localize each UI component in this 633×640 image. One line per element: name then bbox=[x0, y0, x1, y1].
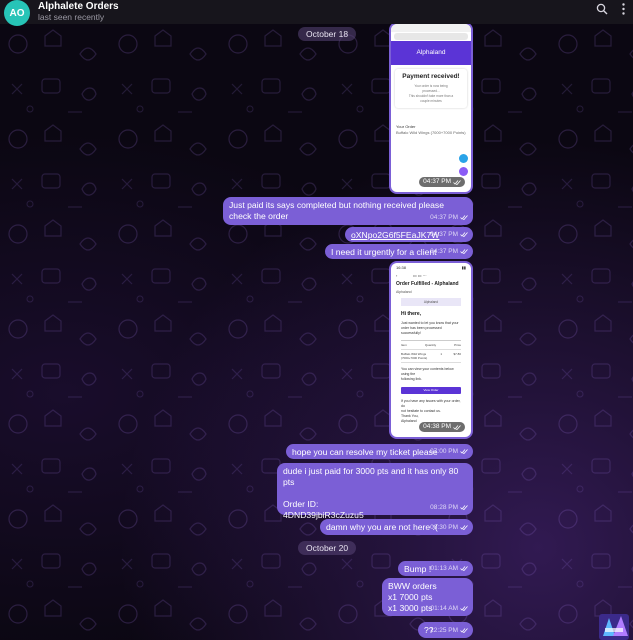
payment-screenshot[interactable]: Alphaland Payment received! Your order i… bbox=[391, 24, 471, 192]
date-separator: October 20 bbox=[298, 541, 357, 555]
read-check-icon bbox=[453, 424, 461, 430]
image-message[interactable]: Alphaland Payment received! Your order i… bbox=[389, 22, 473, 194]
read-check-icon bbox=[460, 215, 468, 220]
read-check-icon bbox=[460, 566, 468, 571]
message-bubble[interactable]: Just paid its says completed but nothing… bbox=[223, 197, 473, 225]
message-bubble[interactable]: dude i just paid for 3000 pts and it has… bbox=[277, 463, 473, 520]
avatar[interactable]: AO bbox=[4, 0, 30, 26]
message-bubble[interactable]: ?? 12:25 PM bbox=[418, 622, 473, 638]
chat-header: AO Alphalete Orders last seen recently bbox=[0, 0, 633, 26]
email-screenshot[interactable]: 16:38 ▮▮ ‹ ▭ ▭ ⋯ Order Fulfilled - Alpha… bbox=[391, 263, 471, 437]
more-vert-icon[interactable] bbox=[622, 3, 625, 15]
read-check-icon bbox=[460, 628, 468, 633]
screenshot-heading: Payment received! bbox=[402, 73, 460, 80]
message-bubble[interactable]: damn why you are not here :( 08:30 PM bbox=[320, 519, 473, 535]
message-bubble[interactable]: Bump ! 01:13 AM bbox=[398, 561, 473, 576]
message-bubble[interactable]: oXNpo2G6f5FEaJK7W 04:37 PM bbox=[345, 227, 473, 242]
chat-fab-icon bbox=[459, 167, 468, 176]
read-check-icon bbox=[460, 449, 468, 454]
image-message[interactable]: 16:38 ▮▮ ‹ ▭ ▭ ⋯ Order Fulfilled - Alpha… bbox=[389, 261, 473, 439]
message-bubble[interactable]: I need it urgently for a client 04:37 PM bbox=[325, 244, 473, 259]
read-check-icon bbox=[453, 179, 461, 185]
screenshot-brand: Alphaland bbox=[391, 41, 471, 65]
telegram-fab-icon bbox=[459, 154, 468, 163]
message-bubble[interactable]: hope you can resolve my ticket please 07… bbox=[286, 444, 473, 459]
date-separator: October 18 bbox=[298, 27, 357, 41]
read-check-icon bbox=[460, 232, 468, 237]
search-icon[interactable] bbox=[596, 3, 608, 15]
read-check-icon bbox=[460, 505, 468, 510]
message-bubble[interactable]: BWW orders x1 7000 pts x1 3000 pts 01:14… bbox=[382, 578, 473, 616]
chat-status: last seen recently bbox=[38, 11, 105, 22]
sticker-icon[interactable] bbox=[595, 608, 633, 640]
email-subject: Order Fulfilled - Alphaland bbox=[396, 281, 459, 287]
read-check-icon bbox=[460, 606, 468, 611]
chat-title-block[interactable]: Alphalete Orders last seen recently bbox=[38, 2, 119, 21]
read-check-icon bbox=[460, 249, 468, 254]
read-check-icon bbox=[460, 525, 468, 530]
